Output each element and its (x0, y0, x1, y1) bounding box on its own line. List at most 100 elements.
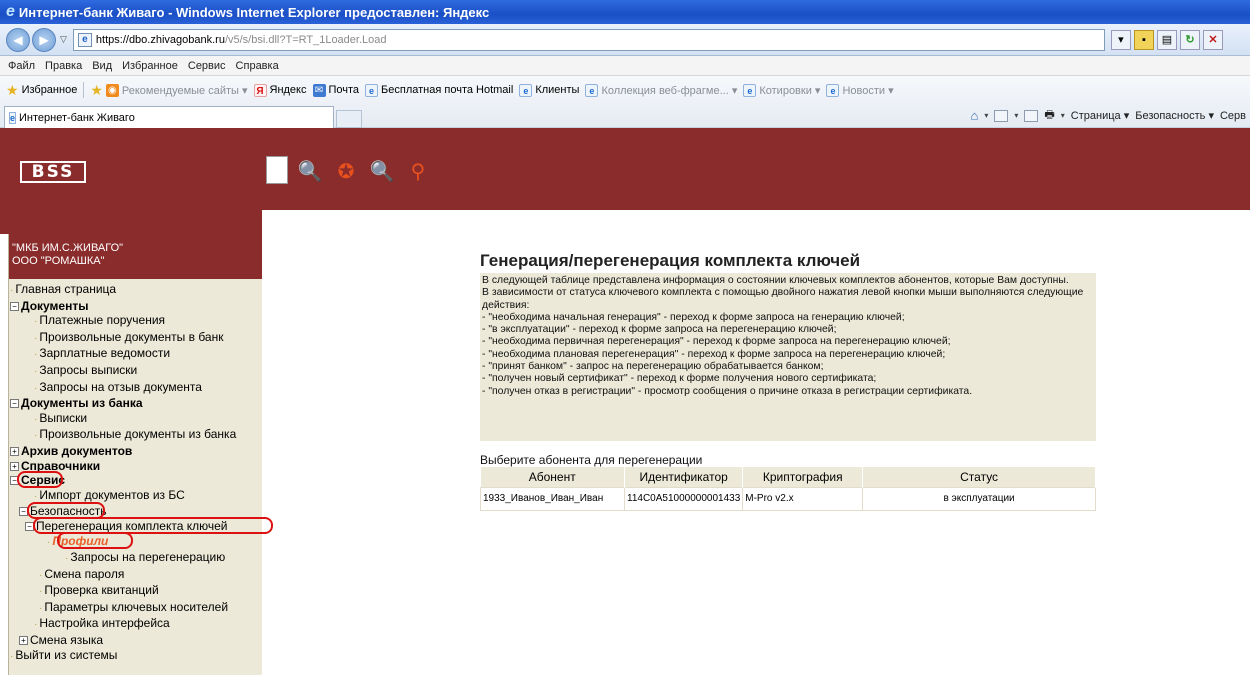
refresh-icon[interactable]: ↻ (1179, 29, 1200, 50)
menu-view[interactable]: Вид (92, 60, 112, 72)
stop-icon[interactable]: ✕ (1202, 29, 1223, 50)
nav-item-logout[interactable]: · Выйти из системы (9, 648, 262, 665)
nav-item-statement-requests[interactable]: · Запросы выписки (9, 363, 262, 380)
nav-label: Справочники (21, 458, 101, 473)
nav-item-arbitrary-docs[interactable]: · Произвольные документы в банк (9, 330, 262, 347)
bank-name: "МКБ ИМ.С.ЖИВАГО" (12, 242, 124, 254)
back-button[interactable]: ◀ (6, 27, 30, 52)
lock-icon[interactable]: ▪ (1133, 29, 1154, 50)
nav-label: Проверка квитанций (44, 583, 159, 598)
nav-item-arbitrary-from-bank[interactable]: · Произвольные документы из банка (9, 427, 262, 444)
search-certificate-icon[interactable]: 🔍 (368, 156, 396, 186)
collapse-icon[interactable]: − (25, 521, 34, 531)
nav-group-documents[interactable]: − Документы (9, 299, 262, 314)
new-document-icon[interactable] (266, 156, 288, 184)
address-input[interactable]: e https://dbo.zhivagobank.ru/v5/s/bsi.dl… (72, 28, 1105, 51)
fav-item-quotes[interactable]: e Котировки ▾ (743, 83, 820, 97)
window-titlebar: e Интернет-банк Живаго - Windows Interne… (0, 0, 1250, 24)
address-dropdown-icon[interactable]: ▾ (1110, 29, 1131, 50)
nav-group-docs-from-bank[interactable]: − Документы из банка (9, 396, 262, 411)
bullet-icon: · (39, 586, 43, 598)
collapse-icon[interactable]: − (19, 507, 28, 517)
history-dropdown-icon[interactable]: ▽ (60, 34, 67, 45)
fav-item-label: Коллекция веб-фрагме... ▾ (601, 84, 738, 97)
nav-item-home[interactable]: · Главная страница (9, 282, 262, 299)
menu-help[interactable]: Справка (236, 60, 279, 72)
fav-item-webslices[interactable]: e Коллекция веб-фрагме... ▾ (585, 83, 738, 97)
security-menu[interactable]: Безопасность ▾ (1135, 109, 1214, 122)
nav-item-interface-settings[interactable]: · Настройка интерфейса (9, 616, 262, 633)
home-icon[interactable]: ⌂ (970, 108, 978, 123)
collapse-icon[interactable]: − (10, 301, 19, 311)
fav-item-mail[interactable]: ✉ Почта (312, 83, 359, 97)
info-line: В зависимости от статуса ключевого компл… (482, 287, 1084, 311)
bullet-icon: · (34, 430, 38, 442)
menu-edit[interactable]: Правка (45, 60, 82, 72)
header-toolbar: 🔍 ✪ 🔍 ⚲ (266, 156, 432, 186)
nav-item-key-media-params[interactable]: · Параметры ключевых носителей (9, 600, 262, 617)
nav-item-salary[interactable]: · Зарплатные ведомости (9, 346, 262, 363)
nav-group-change-language[interactable]: + Смена языка (9, 633, 262, 648)
info-panel: В следующей таблице представлена информа… (480, 273, 1096, 441)
expand-icon[interactable]: + (10, 446, 19, 456)
cell-crypto: M-Pro v2.x (742, 486, 864, 511)
compatibility-icon[interactable]: ▤ (1156, 29, 1177, 50)
nav-item-import-docs[interactable]: · Импорт документов из БС (9, 488, 262, 505)
favorites-star-icon[interactable]: ★ (6, 82, 19, 99)
table-row[interactable]: 1933_Иванов_Иван_Иван 114C0A510000000014… (480, 486, 1096, 511)
nav-item-regen-requests[interactable]: · Запросы на перегенерацию (9, 550, 262, 567)
nav-item-change-password[interactable]: · Смена пароля (9, 567, 262, 584)
bullet-icon: · (34, 365, 38, 377)
add-favorite-icon[interactable]: ★ (90, 82, 103, 99)
nav-item-statements[interactable]: · Выписки (9, 411, 262, 428)
ie-page-icon: e (9, 111, 17, 124)
nav-item-profiles[interactable]: · Профили (9, 531, 262, 551)
nav-item-check-receipts[interactable]: · Проверка квитанций (9, 583, 262, 600)
chevron-down-icon[interactable]: ▾ (1061, 111, 1065, 120)
menu-tools[interactable]: Сервис (188, 60, 226, 72)
info-line: В следующей таблице представлена информа… (482, 275, 1069, 286)
nav-group-security[interactable]: − Безопасность (9, 502, 262, 520)
column-header-identifier[interactable]: Идентификатор (624, 467, 744, 487)
menu-favorites[interactable]: Избранное (122, 60, 178, 72)
chevron-down-icon[interactable]: ▾ (1014, 111, 1018, 120)
tools-menu[interactable]: Серв (1220, 110, 1246, 122)
nav-label: Произвольные документы из банка (39, 427, 237, 442)
read-mail-icon[interactable] (1024, 109, 1039, 122)
fav-item-hotmail[interactable]: e Бесплатная почта Hotmail (365, 83, 513, 97)
expand-icon[interactable]: + (19, 636, 28, 646)
column-header-status[interactable]: Статус (862, 467, 1096, 487)
nav-group-service[interactable]: − Сервис (9, 471, 262, 489)
subscribers-table: Абонент Идентификатор Криптография Стату… (480, 467, 1096, 511)
column-header-crypto[interactable]: Криптография (742, 467, 864, 487)
menu-file[interactable]: Файл (8, 60, 35, 72)
feeds-icon[interactable] (994, 109, 1009, 122)
search-document-icon[interactable]: 🔍 (296, 156, 324, 186)
key-search-icon[interactable]: ⚲ (404, 156, 432, 186)
new-tab-button[interactable] (336, 110, 362, 128)
fav-item-yandex[interactable]: Я Яндекс (253, 83, 307, 97)
certificate-icon[interactable]: ✪ (332, 156, 360, 186)
expand-icon[interactable]: + (10, 461, 19, 471)
fav-item-recommended[interactable]: ◉ Рекомендуемые сайты ▾ (105, 83, 248, 97)
chevron-down-icon[interactable]: ▾ (984, 111, 988, 120)
favorites-button[interactable]: Избранное (22, 84, 78, 96)
collapse-icon[interactable]: − (10, 476, 19, 486)
nav-group-key-regen[interactable]: − Перегенерация комплекта ключей (9, 516, 273, 534)
print-icon[interactable]: 🖶 (1044, 106, 1054, 125)
ie-page-icon: e (365, 83, 379, 97)
forward-button[interactable]: ▶ (32, 27, 56, 52)
info-line: - "необходима начальная генерация" - пер… (482, 311, 905, 323)
ie-page-icon: e (585, 83, 599, 97)
nav-item-payment-orders[interactable]: · Платежные поручения (9, 313, 262, 330)
fav-item-clients[interactable]: e Клиенты (519, 83, 579, 97)
collapse-icon[interactable]: − (10, 399, 19, 409)
page-menu[interactable]: Страница ▾ (1071, 109, 1129, 122)
command-bar: ⌂ ▾ ▾ 🖶 ▾ Страница ▾ Безопасность ▾ Серв (970, 106, 1250, 125)
nav-group-archive[interactable]: + Архив документов (9, 444, 262, 459)
nav-group-directories[interactable]: + Справочники (9, 459, 262, 474)
fav-item-news[interactable]: e Новости ▾ (826, 83, 894, 97)
column-header-subscriber[interactable]: Абонент (480, 467, 625, 487)
nav-item-recall-requests[interactable]: · Запросы на отзыв документа (9, 380, 262, 397)
tab-internet-bank[interactable]: e Интернет-банк Живаго (4, 106, 334, 128)
